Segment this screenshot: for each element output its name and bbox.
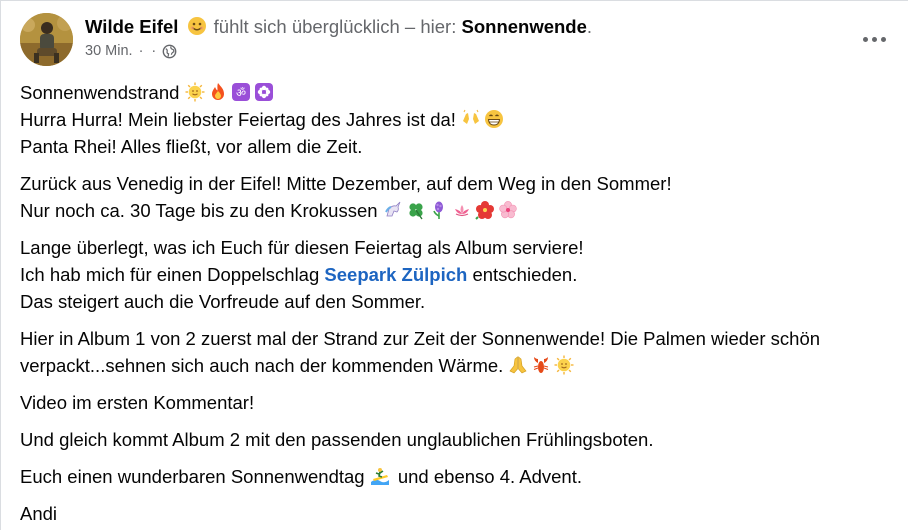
sun-face-icon [554,355,574,375]
flower-symbol-icon [254,82,274,102]
paragraph-8: Andi [20,500,888,527]
paragraph-1: Sonnenwendstrand ॐ Hurra Hurra! Mein lie… [20,79,888,160]
text-line: Zurück aus Venedig in der Eifel! Mitte D… [20,173,672,194]
text-line: verpackt...sehnen sich auch nach der kom… [20,352,888,379]
text-line: Hurra Hurra! Mein liebster Feiertag des … [20,106,888,133]
post-header: Wilde Eifel fühlt sich überglücklich – h… [20,13,592,69]
more-options-icon[interactable] [856,25,892,53]
unicorn-icon [383,200,403,220]
post-title-line: Wilde Eifel fühlt sich überglücklich – h… [85,15,592,39]
hibiscus-icon [474,200,495,220]
text-line: Sonnenwendstrand ॐ [20,79,888,106]
globe-icon[interactable] [162,44,177,59]
text-line: Video im ersten Kommentar! [20,392,255,413]
text-advent: und ebenso 4. Advent. [397,466,582,487]
paragraph-5: Video im ersten Kommentar! [20,389,888,416]
text-krokussen: Nur noch ca. 30 Tage bis zu den Krokusse… [20,200,378,221]
separator-dot-2: · [151,43,157,59]
four-leaf-clover-icon [406,200,426,220]
text-sonnenwendstrand: Sonnenwendstrand [20,82,180,103]
title-period: . [586,16,593,37]
sun-face-icon [185,82,205,102]
paragraph-2: Zurück aus Venedig in der Eifel! Mitte D… [20,170,888,224]
surfer-icon [370,466,390,486]
place-link[interactable]: Sonnenwende [462,16,587,37]
cherry-blossom-icon [498,200,518,220]
signature: Andi [20,503,58,524]
hyacinth-icon [429,200,449,220]
text-line: Euch einen wunderbaren Sonnenwendtag und… [20,463,888,490]
avatar[interactable] [20,13,73,66]
smiling-face-icon [187,16,207,36]
text-line: Hier in Album 1 von 2 zuerst mal der Str… [20,328,821,349]
text-line: Lange überlegt, was ich Euch für diesen … [20,237,584,258]
post-meta: Wilde Eifel fühlt sich überglücklich – h… [85,13,592,61]
lobster-icon [531,355,551,375]
paragraph-4: Hier in Album 1 von 2 zuerst mal der Str… [20,325,888,379]
lotus-icon [452,200,472,220]
grinning-face-icon [484,109,504,129]
text-verpackt: verpackt...sehnen sich auch nach der kom… [20,355,504,376]
raising-hands-icon [461,109,481,129]
text-line: Ich hab mich für einen Doppelschlag Seep… [20,261,888,288]
fire-icon [208,82,228,102]
paragraph-7: Euch einen wunderbaren Sonnenwendtag und… [20,463,888,490]
post-subline: 30 Min. · · [85,41,592,61]
text-line: Nur noch ca. 30 Tage bis zu den Krokusse… [20,197,888,224]
paragraph-3: Lange überlegt, was ich Euch für diesen … [20,234,888,315]
post-timestamp[interactable]: 30 Min. [85,41,133,61]
text-doppelschlag: Ich hab mich für einen Doppelschlag [20,264,320,285]
text-line: Und gleich kommt Album 2 mit den passend… [20,429,654,450]
seepark-link[interactable]: Seepark Zülpich [324,264,467,285]
text-line: Das steigert auch die Vorfreude auf den … [20,291,426,312]
paragraph-6: Und gleich kommt Album 2 mit den passend… [20,426,888,453]
author-name[interactable]: Wilde Eifel [85,16,178,37]
folded-hands-icon [508,355,528,375]
text-line: Panta Rhei! Alles fließt, vor allem die … [20,136,363,157]
svg-text:ॐ: ॐ [236,87,246,100]
separator-dot: · [138,43,144,59]
om-symbol-icon: ॐ [231,82,251,102]
post-body: Sonnenwendstrand ॐ Hurra Hurra! Mein lie… [20,79,888,530]
text-sonnenwendtag: Euch einen wunderbaren Sonnenwendtag [20,466,365,487]
avatar-image [20,13,73,66]
text-entschieden: entschieden. [472,264,578,285]
text-hurra: Hurra Hurra! Mein liebster Feiertag des … [20,109,456,130]
feeling-status: fühlt sich überglücklich – hier: [213,16,457,37]
post-card: Wilde Eifel fühlt sich überglücklich – h… [0,0,908,530]
